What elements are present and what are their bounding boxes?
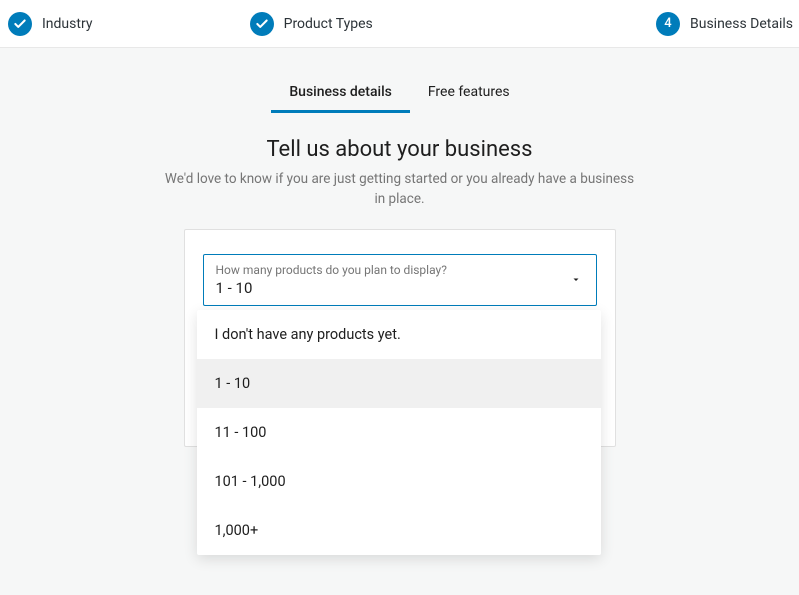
wizard-stepper: Industry Product Types 4 Business Detail… bbox=[0, 0, 799, 48]
step-number-icon: 4 bbox=[656, 12, 680, 36]
chevron-down-icon bbox=[570, 271, 582, 290]
step-label: Business Details bbox=[690, 16, 793, 32]
dropdown-option[interactable]: 11 - 100 bbox=[197, 408, 601, 457]
product-count-dropdown: I don't have any products yet. 1 - 10 11… bbox=[197, 310, 601, 555]
select-label: How many products do you plan to display… bbox=[216, 263, 584, 277]
dropdown-option[interactable]: 101 - 1,000 bbox=[197, 457, 601, 506]
step-label: Industry bbox=[42, 16, 92, 32]
dropdown-option[interactable]: I don't have any products yet. bbox=[197, 310, 601, 359]
dropdown-option[interactable]: 1,000+ bbox=[197, 506, 601, 555]
step-label: Product Types bbox=[284, 16, 373, 32]
tabs: Business details Free features bbox=[0, 74, 799, 113]
select-value: 1 - 10 bbox=[216, 279, 584, 297]
tab-free-features[interactable]: Free features bbox=[410, 74, 528, 113]
product-count-select[interactable]: How many products do you plan to display… bbox=[203, 254, 597, 306]
step-industry[interactable]: Industry bbox=[0, 12, 232, 36]
page-subheading: We'd love to know if you are just gettin… bbox=[160, 170, 640, 209]
dropdown-option[interactable]: 1 - 10 bbox=[197, 359, 601, 408]
form-card: How many products do you plan to display… bbox=[184, 229, 616, 447]
tab-business-details[interactable]: Business details bbox=[271, 74, 410, 113]
step-product-types[interactable]: Product Types bbox=[232, 12, 551, 36]
page-heading: Tell us about your business bbox=[0, 137, 799, 162]
main-content: Business details Free features Tell us a… bbox=[0, 48, 799, 447]
check-icon bbox=[250, 12, 274, 36]
check-icon bbox=[8, 12, 32, 36]
step-business-details[interactable]: 4 Business Details bbox=[550, 12, 799, 36]
